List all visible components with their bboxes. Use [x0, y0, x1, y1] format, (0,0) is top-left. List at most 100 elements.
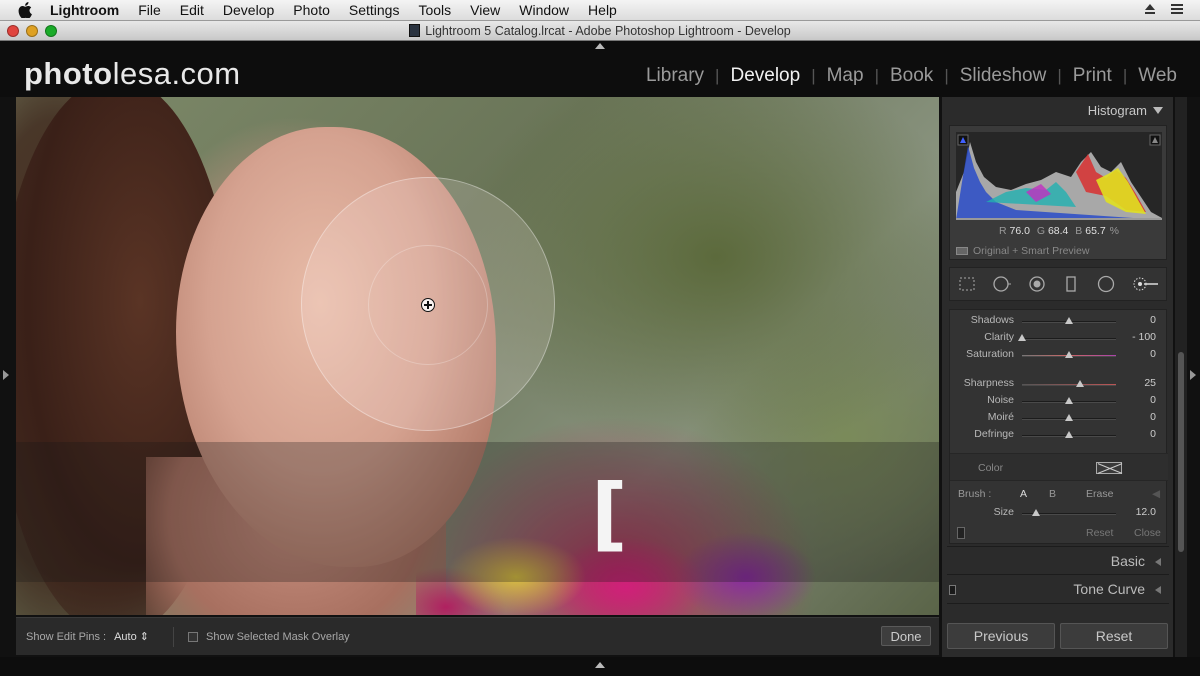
slider-sharpness[interactable]: Sharpness 25: [950, 375, 1168, 392]
slider-thumb[interactable]: [1065, 397, 1073, 404]
show-edit-pins-select[interactable]: Auto ⇕: [114, 630, 149, 643]
mask-overlay-label: Show Selected Mask Overlay: [206, 630, 350, 643]
slider-shadows[interactable]: Shadows 0: [950, 312, 1168, 329]
slider-defringe[interactable]: Defringe 0: [950, 426, 1168, 443]
slider-thumb[interactable]: [1018, 334, 1026, 341]
slider-track: [1022, 338, 1116, 340]
menu-app-name[interactable]: Lightroom: [50, 2, 119, 18]
histogram-panel: R 76.0 G 68.4 B 65.7% Original + Smart P…: [949, 125, 1167, 260]
module-picker: Library | Develop | Map | Book | Slideshow | …: [635, 65, 1188, 87]
slider-clarity[interactable]: Clarity - 100: [950, 329, 1168, 346]
brush-erase-tab[interactable]: Erase: [1086, 488, 1113, 500]
right-panel: Histogram R 76.0 G 68.4 B 65.7% Original…: [941, 97, 1173, 657]
previous-button[interactable]: Previous: [947, 623, 1055, 649]
panel-divider: [947, 574, 1169, 575]
reset-button[interactable]: Reset: [1060, 623, 1168, 649]
menu-edit[interactable]: Edit: [180, 2, 204, 18]
smart-preview-status[interactable]: Original + Smart Preview: [956, 245, 1089, 257]
crop-overlay-icon[interactable]: [957, 274, 977, 294]
slider-thumb[interactable]: [1065, 317, 1073, 324]
menu-view[interactable]: View: [470, 2, 500, 18]
smart-preview-icon: [956, 247, 968, 255]
slider-thumb[interactable]: [1065, 414, 1073, 421]
menu-tools[interactable]: Tools: [418, 2, 451, 18]
slider-saturation[interactable]: Saturation 0: [950, 346, 1168, 363]
module-print[interactable]: Print: [1062, 65, 1123, 87]
slider-size[interactable]: Size 12.0: [950, 504, 1168, 521]
collapse-top-panel-icon[interactable]: [595, 43, 605, 49]
edit-pin-icon[interactable]: [421, 298, 435, 312]
menubar-status-icons: [1144, 2, 1184, 16]
overlay-band: [16, 442, 939, 582]
color-label: Color: [978, 462, 1004, 474]
menu-file[interactable]: File: [138, 2, 161, 18]
slider-moire[interactable]: Moiré 0: [950, 409, 1168, 426]
right-panel-scrollbar[interactable]: [1175, 97, 1187, 657]
menu-settings[interactable]: Settings: [349, 2, 400, 18]
menu-bar: Lightroom File Edit Develop Photo Settin…: [0, 0, 1200, 21]
apple-icon[interactable]: [18, 2, 32, 18]
slider-noise[interactable]: Noise 0: [950, 392, 1168, 409]
brush-close-button[interactable]: Close: [1134, 527, 1161, 539]
slider-thumb[interactable]: [1032, 509, 1041, 516]
photo-canvas[interactable]: [: [16, 97, 939, 615]
tone-curve-panel-header[interactable]: Tone Curve: [947, 577, 1169, 601]
brush-selector-row: Brush : A B Erase ◀: [950, 486, 1168, 504]
minimize-window-button[interactable]: [26, 25, 38, 37]
histogram-readout: R 76.0 G 68.4 B 65.7%: [998, 225, 1120, 237]
mask-overlay-checkbox[interactable]: [188, 631, 199, 642]
brush-collapse-icon[interactable]: ◀: [1152, 488, 1160, 500]
panel-on-off-switch[interactable]: [949, 585, 956, 595]
module-map[interactable]: Map: [816, 65, 875, 87]
window-title: Lightroom 5 Catalog.lrcat - Adobe Photos…: [425, 23, 791, 38]
module-develop[interactable]: Develop: [719, 65, 811, 87]
identity-plate-logo: photolesa.com: [24, 56, 241, 91]
adjustment-brush-panel: Shadows 0 Clarity - 100 Saturation 0 Sha…: [949, 309, 1168, 544]
done-button[interactable]: Done: [881, 626, 931, 646]
eject-icon[interactable]: [1144, 2, 1156, 16]
slider-thumb[interactable]: [1065, 431, 1073, 438]
graduated-filter-icon[interactable]: [1061, 274, 1081, 294]
brush-b-tab[interactable]: B: [1049, 488, 1056, 500]
brush-a-tab[interactable]: A: [1020, 488, 1027, 500]
menu-help[interactable]: Help: [588, 2, 617, 18]
panel-divider: [947, 603, 1169, 604]
menu-window[interactable]: Window: [519, 2, 569, 18]
module-slideshow[interactable]: Slideshow: [949, 65, 1058, 87]
slider-track: [1022, 384, 1116, 386]
color-picker-row: Color: [950, 453, 1168, 481]
show-edit-pins-label: Show Edit Pins :: [26, 630, 107, 643]
color-swatch[interactable]: [1096, 462, 1122, 474]
close-window-button[interactable]: [7, 25, 19, 37]
slider-thumb[interactable]: [1076, 380, 1085, 387]
spot-removal-icon[interactable]: [992, 274, 1012, 294]
panel-on-off-switch[interactable]: [957, 527, 965, 539]
panel-divider: [947, 546, 1169, 547]
stepper-icon: ⇕: [139, 631, 150, 643]
basic-panel-header[interactable]: Basic: [947, 549, 1169, 573]
expand-left-panel-icon[interactable]: [3, 370, 9, 380]
expand-filmstrip-icon[interactable]: [595, 662, 605, 668]
menu-photo[interactable]: Photo: [293, 2, 330, 18]
bottom-toolbar: Show Edit Pins : Auto ⇕ Show Selected Ma…: [16, 617, 939, 655]
slider-thumb[interactable]: [1065, 351, 1073, 358]
histogram-header[interactable]: Histogram: [1088, 103, 1163, 118]
module-library[interactable]: Library: [635, 65, 715, 87]
panel-collapse-icon: [1153, 107, 1163, 114]
radial-filter-icon[interactable]: [1096, 274, 1116, 294]
scrollbar-thumb[interactable]: [1178, 352, 1184, 552]
brush-label: Brush :: [958, 488, 992, 500]
zoom-window-button[interactable]: [45, 25, 57, 37]
adjustment-brush-icon[interactable]: [1131, 274, 1159, 294]
module-book[interactable]: Book: [879, 65, 944, 87]
histogram-graph[interactable]: [956, 132, 1162, 220]
red-eye-icon[interactable]: [1027, 274, 1047, 294]
brush-reset-button[interactable]: Reset: [1086, 527, 1113, 539]
panel-expand-icon: [1155, 558, 1161, 566]
module-web[interactable]: Web: [1127, 65, 1188, 87]
bracket-key-hint: [: [591, 467, 628, 560]
collapse-right-panel-icon[interactable]: [1190, 370, 1196, 380]
tool-strip: [949, 267, 1167, 301]
menu-develop[interactable]: Develop: [223, 2, 274, 18]
menu-list-icon[interactable]: [1170, 2, 1184, 16]
